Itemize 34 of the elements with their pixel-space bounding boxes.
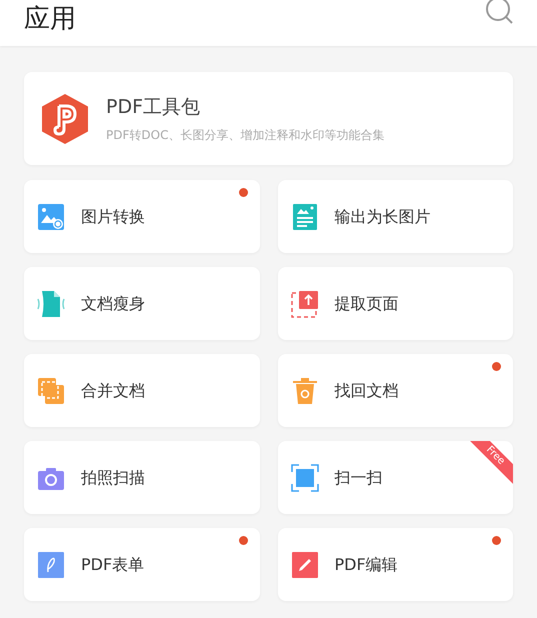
tool-label: 找回文档 xyxy=(334,380,398,402)
tool-tile[interactable]: 输出为长图片 xyxy=(278,180,513,253)
tool-label: 文档瘦身 xyxy=(81,292,145,314)
tool-tile[interactable]: 找回文档 xyxy=(278,354,513,427)
merge-icon xyxy=(37,376,65,404)
pdf-logo-icon xyxy=(40,92,90,144)
card-subtitle: PDF转DOC、长图分享、增加注释和水印等功能合集 xyxy=(106,128,384,142)
tool-tile[interactable]: 文档瘦身 xyxy=(24,267,260,340)
tool-label: 输出为长图片 xyxy=(334,206,430,228)
tool-tile[interactable]: 合并文档 xyxy=(24,354,260,427)
page-title: 应用 xyxy=(24,4,76,34)
tool-tile[interactable]: PDF表单 xyxy=(24,528,260,601)
pdf-toolkit-card[interactable]: PDF工具包 PDF转DOC、长图分享、增加注释和水印等功能合集 xyxy=(24,72,513,165)
card-title: PDF工具包 xyxy=(106,96,202,118)
tool-label: 拍照扫描 xyxy=(81,466,145,488)
extract-page-icon xyxy=(290,290,318,318)
tool-tile[interactable]: 提取页面 xyxy=(278,267,513,340)
tool-label: 扫一扫 xyxy=(334,466,382,488)
tool-label: 图片转换 xyxy=(81,206,145,228)
tool-label: 提取页面 xyxy=(334,292,398,314)
search-icon[interactable] xyxy=(485,0,515,24)
tool-tile[interactable]: 拍照扫描 xyxy=(24,441,260,514)
slim-document-icon xyxy=(37,290,65,318)
trash-icon xyxy=(290,376,318,404)
tool-label: 合并文档 xyxy=(81,380,145,402)
tool-tile[interactable]: PDF编辑 xyxy=(278,528,513,601)
image-convert-icon xyxy=(37,202,65,230)
tool-tile[interactable]: 图片转换 xyxy=(24,180,260,253)
form-icon xyxy=(37,550,65,578)
tool-label: PDF编辑 xyxy=(334,554,398,576)
pencil-icon xyxy=(290,550,318,578)
document-image-icon xyxy=(290,202,318,230)
tool-label: PDF表单 xyxy=(81,554,144,576)
scan-icon xyxy=(290,464,318,492)
